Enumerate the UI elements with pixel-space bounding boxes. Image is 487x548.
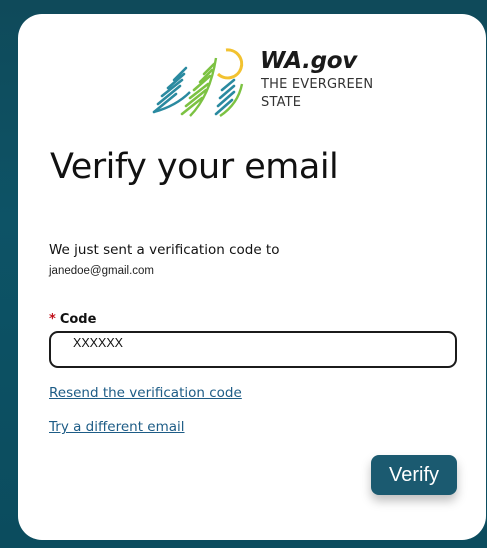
logo-subtitle-line2: STATE <box>261 95 302 110</box>
different-email-link[interactable]: Try a different email <box>49 419 185 435</box>
logo-subtitle-line1: THE EVERGREEN <box>261 77 374 92</box>
required-marker: * <box>49 312 56 327</box>
resend-code-link[interactable]: Resend the verification code <box>49 385 242 401</box>
page-title: Verify your email <box>50 147 339 187</box>
evergreen-trees-logo-icon <box>152 48 244 117</box>
code-label-text: Code <box>59 312 97 327</box>
verify-button[interactable]: Verify <box>371 455 457 495</box>
verification-code-input[interactable] <box>49 331 457 368</box>
wa-gov-logo: WA.gov THE EVERGREEN STATE <box>146 44 386 120</box>
recipient-email: janedoe@gmail.com <box>49 265 155 277</box>
logo-title: WA.gov <box>260 48 357 74</box>
intro-text: We just sent a verification code to <box>49 242 280 258</box>
verify-email-card: WA.gov THE EVERGREEN STATE Verify your e… <box>18 14 486 540</box>
code-label: * Code <box>49 312 96 327</box>
